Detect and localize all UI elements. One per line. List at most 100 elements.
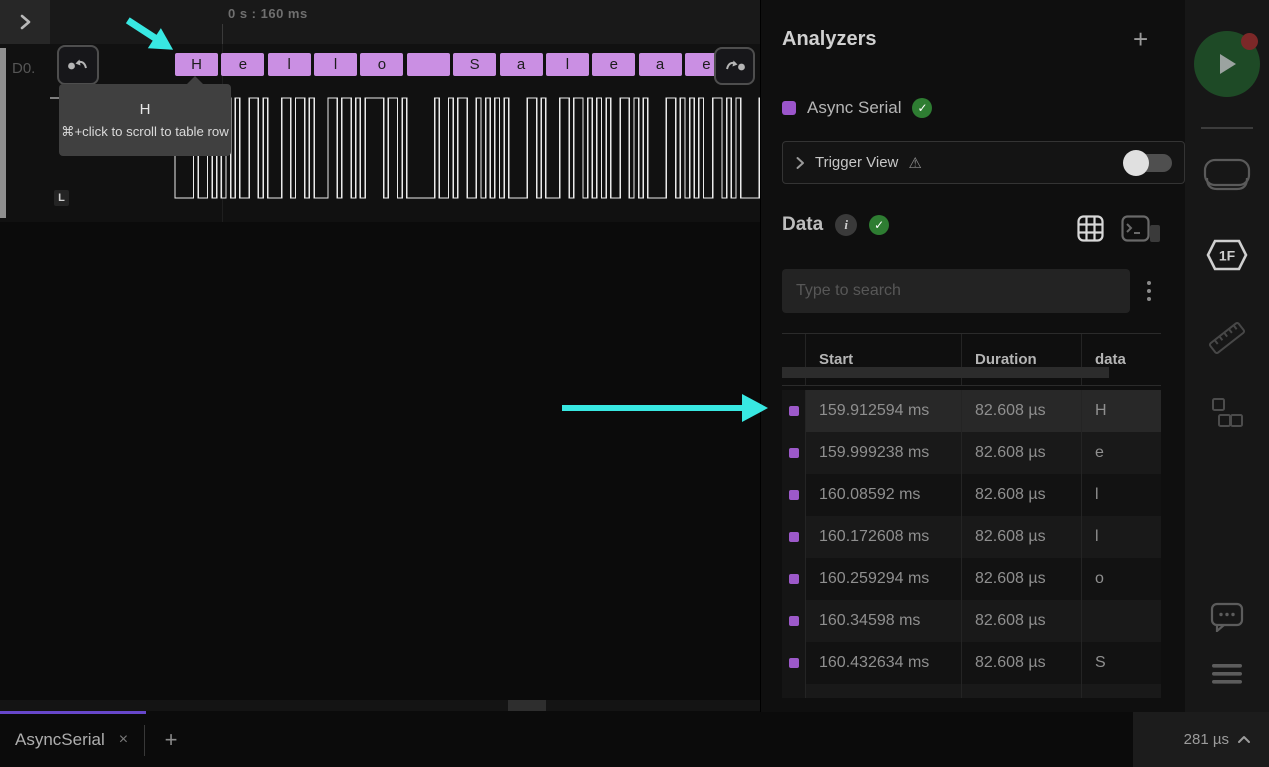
time-range-indicator[interactable]: 281 µs bbox=[1184, 731, 1251, 748]
svg-text:1F: 1F bbox=[1219, 248, 1236, 264]
tab-asyncserial[interactable]: AsyncSerial × bbox=[0, 715, 144, 765]
decode-bubble[interactable]: a bbox=[639, 53, 682, 76]
hamburger-icon bbox=[1211, 662, 1243, 686]
jump-previous-edge-button[interactable] bbox=[57, 45, 99, 85]
tooltip-hint: ⌘+click to scroll to table row bbox=[61, 124, 228, 140]
row-color-marker bbox=[782, 600, 806, 642]
waveform-plot: D0. + HelloSaleae H ⌘+click to scroll to bbox=[0, 44, 760, 712]
cell-duration: 82.608 µs bbox=[962, 474, 1082, 516]
cell-duration: 82.608 µs bbox=[962, 600, 1082, 642]
data-table-body: 159.912594 ms82.608 µsH159.999238 ms82.6… bbox=[782, 390, 1161, 698]
analyzer-marker-square bbox=[789, 574, 799, 584]
chat-icon bbox=[1210, 602, 1244, 632]
trigger-view-expander[interactable]: Trigger View ⚠ bbox=[782, 141, 1185, 184]
add-tab-button[interactable]: + bbox=[156, 718, 186, 762]
chevron-right-icon bbox=[17, 13, 33, 31]
terminal-view-icon[interactable] bbox=[1121, 215, 1150, 242]
menu-button[interactable] bbox=[1185, 662, 1269, 686]
cell-start: 160.34598 ms bbox=[806, 600, 962, 642]
time-range-value: 281 µs bbox=[1184, 731, 1229, 748]
analyzers-panel: Analyzers + Async Serial ✓ Trigger View … bbox=[760, 0, 1186, 712]
tooltip-title: H bbox=[140, 101, 151, 118]
row-color-marker bbox=[782, 642, 806, 684]
plot-hscrollbar-thumb[interactable] bbox=[508, 700, 546, 711]
cell-duration: 82.608 µs bbox=[962, 642, 1082, 684]
cell-data: l bbox=[1082, 516, 1161, 558]
row-color-marker bbox=[782, 516, 806, 558]
toolbar-divider bbox=[1201, 127, 1253, 129]
device-settings-button[interactable] bbox=[1185, 158, 1269, 192]
cell-start: 159.912594 ms bbox=[806, 390, 962, 432]
timeline-bar: 0 s : 160 ms bbox=[0, 0, 760, 46]
table-row[interactable]: 159.912594 ms82.608 µsH bbox=[782, 390, 1161, 432]
feedback-button[interactable] bbox=[1185, 602, 1269, 632]
cell-duration: 82.608 µs bbox=[962, 432, 1082, 474]
table-row[interactable]: 159.999238 ms82.608 µse bbox=[782, 432, 1161, 474]
table-row[interactable]: 160.34598 ms82.608 µs bbox=[782, 600, 1161, 642]
decode-bubble[interactable]: o bbox=[360, 53, 403, 76]
info-icon[interactable]: i bbox=[835, 214, 857, 236]
data-table: Start Duration data 159.912594 ms82.608 … bbox=[782, 333, 1161, 698]
cell-data bbox=[1082, 600, 1161, 642]
cell-data: a bbox=[1082, 684, 1161, 698]
search-input[interactable] bbox=[782, 269, 1130, 313]
decode-bubble[interactable]: a bbox=[500, 53, 543, 76]
cell-start: 159.999238 ms bbox=[806, 432, 962, 474]
decode-bubble[interactable]: l bbox=[314, 53, 357, 76]
cell-data: l bbox=[1082, 474, 1161, 516]
table-row[interactable]: 160.432634 ms82.608 µsS bbox=[782, 642, 1161, 684]
decode-bubble[interactable]: l bbox=[546, 53, 589, 76]
collapse-sidebar-button[interactable] bbox=[0, 0, 50, 44]
table-view-icon[interactable] bbox=[1077, 215, 1104, 242]
row-color-marker bbox=[782, 684, 806, 698]
measurements-button[interactable] bbox=[1185, 318, 1269, 358]
analyzer-marker-square bbox=[789, 616, 799, 626]
analyzers-panel-button[interactable]: 1F bbox=[1185, 238, 1269, 272]
analyzer-item-async-serial[interactable]: Async Serial ✓ bbox=[782, 98, 932, 118]
decode-bubble[interactable]: S bbox=[453, 53, 496, 76]
blocks-icon bbox=[1209, 396, 1245, 432]
jump-next-edge-button[interactable] bbox=[714, 47, 755, 85]
device-icon bbox=[1203, 158, 1251, 192]
extensions-button[interactable] bbox=[1185, 396, 1269, 432]
record-indicator-dot bbox=[1241, 33, 1258, 50]
cell-start: 160.08592 ms bbox=[806, 474, 962, 516]
table-options-menu-icon[interactable] bbox=[1145, 279, 1153, 303]
cell-duration: 82.608 µs bbox=[962, 558, 1082, 600]
table-row[interactable]: 160.172608 ms82.608 µsl bbox=[782, 516, 1161, 558]
cell-start: 160.519278 ms bbox=[806, 684, 962, 698]
analyzer-name: Async Serial bbox=[807, 98, 901, 118]
decode-tooltip: H ⌘+click to scroll to table row bbox=[59, 84, 231, 156]
chevron-right-icon bbox=[795, 156, 805, 170]
toggle-knob bbox=[1123, 150, 1149, 176]
cell-data: H bbox=[1082, 390, 1161, 432]
table-row[interactable]: 160.259294 ms82.608 µso bbox=[782, 558, 1161, 600]
trigger-view-label: Trigger View bbox=[815, 154, 898, 171]
table-hscrollbar-thumb[interactable] bbox=[782, 367, 1109, 378]
tab-close-icon[interactable]: × bbox=[119, 731, 128, 749]
active-tab-underline bbox=[0, 711, 146, 714]
table-vscrollbar-thumb[interactable] bbox=[1150, 225, 1160, 242]
table-row[interactable]: 160.519278 ms82.608 µsa bbox=[782, 684, 1161, 698]
decode-bubble[interactable]: e bbox=[592, 53, 635, 76]
decode-bubble[interactable]: e bbox=[221, 53, 264, 76]
analyzer-marker-square bbox=[789, 658, 799, 668]
analyzer-marker-square bbox=[789, 532, 799, 542]
tab-divider bbox=[144, 725, 145, 756]
cell-start: 160.259294 ms bbox=[806, 558, 962, 600]
analyzer-marker-square bbox=[789, 448, 799, 458]
table-row[interactable]: 160.08592 ms82.608 µsl bbox=[782, 474, 1161, 516]
add-analyzer-button[interactable]: + bbox=[1133, 26, 1148, 52]
cell-data: S bbox=[1082, 642, 1161, 684]
plot-hscrollbar-track[interactable] bbox=[0, 700, 760, 711]
decode-bubble[interactable]: H bbox=[175, 53, 218, 76]
data-section-header: Data i ✓ bbox=[782, 214, 889, 236]
cell-duration: 82.608 µs bbox=[962, 390, 1082, 432]
logic-low-marker: L bbox=[54, 190, 69, 206]
jump-previous-icon bbox=[66, 57, 90, 73]
cell-start: 160.432634 ms bbox=[806, 642, 962, 684]
warning-icon: ⚠ bbox=[908, 154, 921, 172]
decode-bubble[interactable]: l bbox=[268, 53, 311, 76]
decode-bubble[interactable] bbox=[407, 53, 450, 76]
trigger-view-toggle[interactable] bbox=[1126, 153, 1172, 173]
